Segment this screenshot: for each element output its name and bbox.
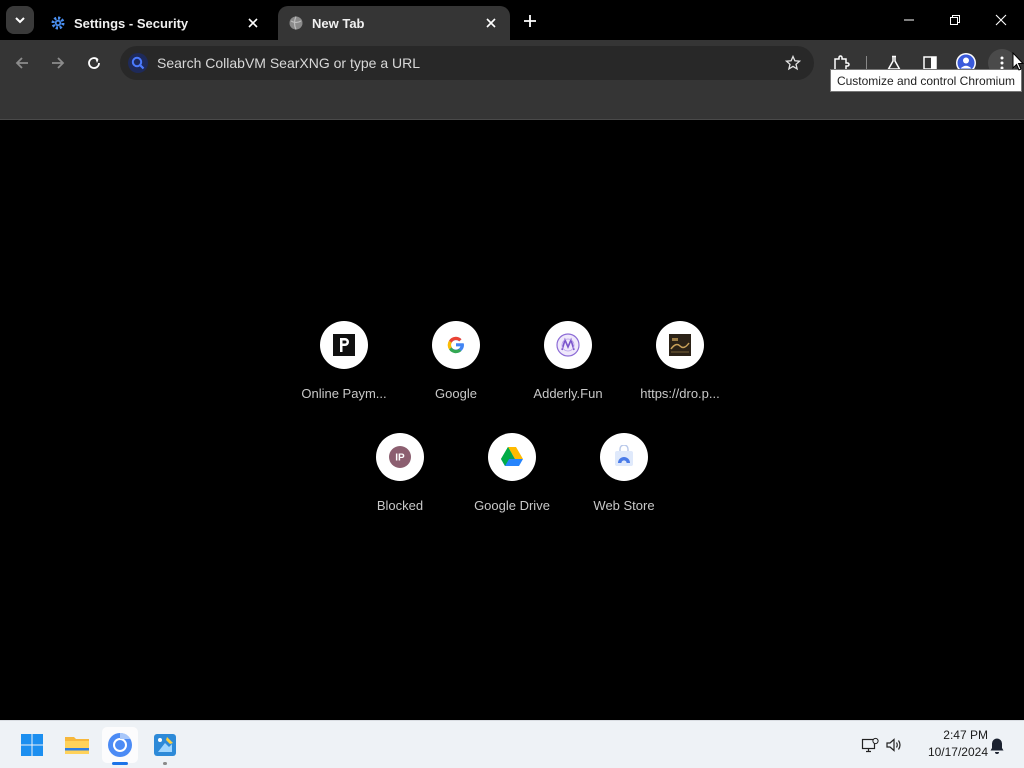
close-icon[interactable] — [244, 14, 262, 32]
volume-icon[interactable] — [883, 735, 905, 755]
notification-bell-icon[interactable] — [986, 735, 1008, 757]
site-thumbnail-icon — [656, 321, 704, 369]
tab-title: New Tab — [312, 15, 365, 31]
windows-logo-icon — [21, 734, 43, 756]
back-button[interactable] — [8, 49, 36, 77]
restore-icon — [950, 15, 960, 25]
reload-icon — [88, 57, 100, 69]
folder-icon — [65, 737, 89, 754]
start-button[interactable] — [14, 727, 50, 763]
new-tab-page: Online Paym... Google Adderly.Fun https:… — [0, 121, 1024, 720]
file-explorer-button[interactable] — [59, 727, 95, 763]
title-bar: Settings - Security New Tab — [0, 0, 1024, 40]
paint-button[interactable] — [147, 727, 183, 765]
running-indicator — [163, 762, 167, 765]
arrow-right-icon — [52, 57, 65, 69]
window-close-button[interactable] — [978, 0, 1024, 40]
shortcut-tile[interactable]: https://dro.p... — [624, 321, 736, 433]
clock-time: 2:47 PM — [943, 728, 988, 742]
shortcut-label: Adderly.Fun — [533, 386, 603, 401]
tab-title: Settings - Security — [74, 15, 189, 31]
mouse-cursor-icon — [1012, 52, 1024, 71]
chromium-icon — [108, 733, 132, 757]
shortcut-tile[interactable]: Google — [400, 321, 512, 433]
plus-icon — [524, 15, 536, 27]
shortcut-label: Web Store — [593, 498, 655, 513]
tab-new-tab[interactable]: New Tab — [278, 6, 510, 40]
reload-button[interactable] — [80, 49, 108, 77]
shortcut-label: Google Drive — [474, 498, 550, 513]
forward-button[interactable] — [44, 49, 72, 77]
shortcut-label: Google — [435, 386, 477, 401]
shortcut-label: Blocked — [376, 498, 424, 513]
shortcut-tile[interactable]: Web Store — [568, 433, 680, 545]
chromium-taskbar-button[interactable] — [102, 727, 138, 765]
paint-icon — [154, 734, 176, 756]
shortcut-tile[interactable]: Online Paym... — [288, 321, 400, 433]
clock[interactable]: 2:47 PM 10/17/2024 — [912, 727, 988, 761]
minimize-button[interactable] — [886, 0, 932, 40]
tooltip: Customize and control Chromium — [830, 69, 1022, 92]
address-bar[interactable] — [120, 46, 814, 80]
tab-settings-security[interactable]: Settings - Security — [40, 6, 272, 40]
shortcut-label: https://dro.p... — [640, 386, 720, 401]
ip-badge-text: IP — [395, 453, 405, 464]
new-tab-button[interactable] — [518, 9, 542, 33]
running-indicator — [112, 762, 128, 765]
search-engine-icon — [128, 53, 148, 73]
restore-button[interactable] — [932, 0, 978, 40]
shortcut-tile[interactable]: IP Blocked — [344, 433, 456, 545]
paypal-icon — [320, 321, 368, 369]
kebab-menu-icon — [1000, 56, 1004, 70]
close-icon — [995, 14, 1007, 26]
adderly-icon — [544, 321, 592, 369]
shortcut-tile[interactable]: Adderly.Fun — [512, 321, 624, 433]
clock-date: 10/17/2024 — [927, 745, 988, 759]
gear-icon — [50, 15, 66, 31]
ip-icon: IP — [376, 433, 424, 481]
web-store-icon — [600, 433, 648, 481]
shortcut-tile[interactable]: Google Drive — [456, 433, 568, 545]
shortcut-label: Online Paym... — [301, 386, 387, 401]
tab-search-button[interactable] — [6, 6, 34, 34]
globe-icon — [288, 15, 304, 31]
arrow-left-icon — [15, 57, 28, 69]
taskbar: 2:47 PM 10/17/2024 — [0, 720, 1024, 768]
close-icon[interactable] — [482, 14, 500, 32]
google-drive-icon — [488, 433, 536, 481]
google-icon — [432, 321, 480, 369]
minimize-icon — [904, 19, 914, 21]
network-icon[interactable] — [859, 735, 881, 755]
chevron-down-icon — [15, 17, 25, 24]
omnibox-input[interactable] — [157, 55, 778, 71]
bookmark-star-icon[interactable] — [778, 48, 808, 78]
